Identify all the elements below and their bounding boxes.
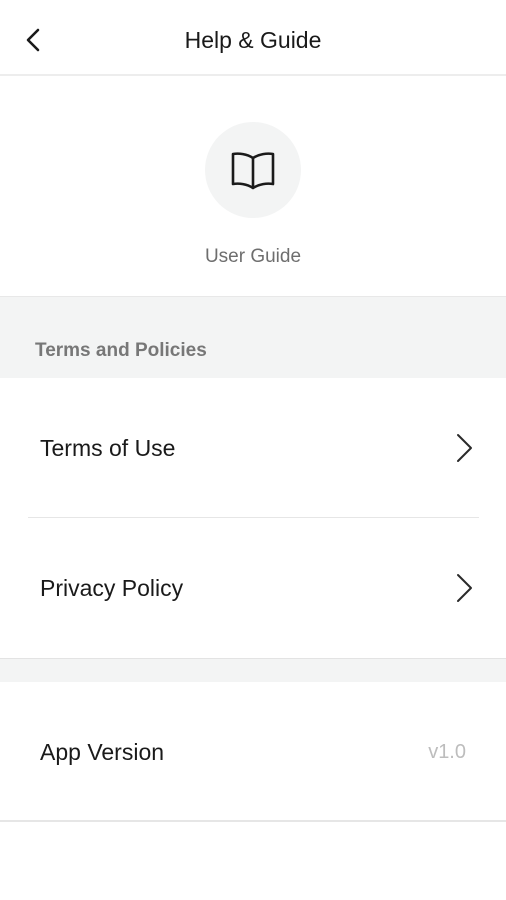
app-version-label: App Version: [40, 739, 165, 765]
chevron-right-icon: [457, 434, 472, 462]
open-book-icon: [231, 152, 275, 190]
user-guide-button[interactable]: [205, 122, 301, 218]
terms-of-use-label: Terms of Use: [40, 435, 176, 461]
terms-section-header: Terms and Policies: [0, 296, 506, 378]
user-guide-label: User Guide: [204, 246, 302, 267]
app-version-value: v1.0: [428, 741, 466, 763]
chevron-right-icon: [457, 574, 472, 602]
section-gap: [0, 658, 506, 682]
user-guide-section: User Guide: [0, 76, 506, 296]
app-version-row: App Version v1.0: [0, 682, 506, 822]
privacy-policy-row[interactable]: Privacy Policy: [0, 518, 506, 658]
page-title: Help & Guide: [184, 27, 322, 53]
terms-of-use-row[interactable]: Terms of Use: [0, 378, 506, 518]
section-title: Terms and Policies: [35, 340, 207, 361]
privacy-policy-label: Privacy Policy: [40, 575, 184, 601]
chevron-left-icon: [26, 28, 40, 52]
back-button[interactable]: [14, 20, 54, 60]
app-header: Help & Guide: [0, 0, 506, 76]
